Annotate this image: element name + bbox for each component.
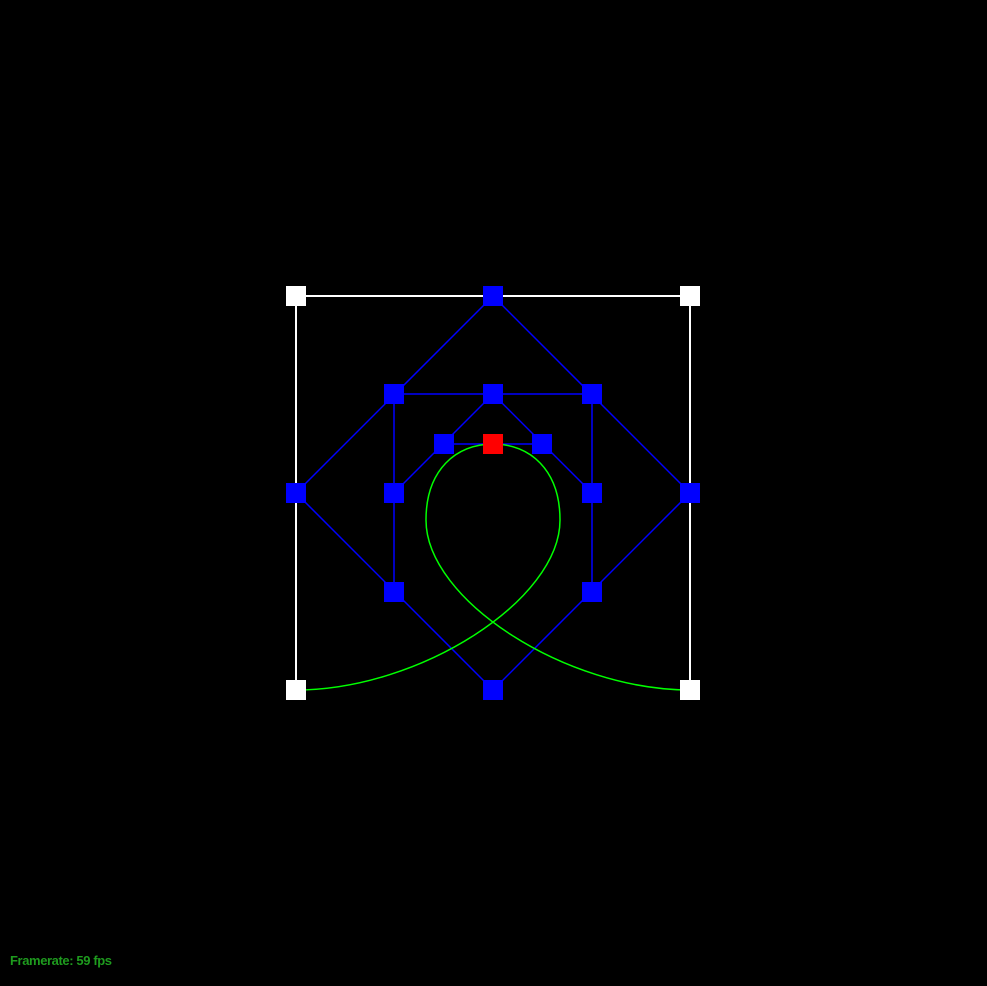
- framerate-label: Framerate:: [10, 953, 74, 968]
- framerate-display: Framerate: 59 fps: [10, 953, 112, 968]
- construction-point: [582, 582, 602, 602]
- construction-point: [434, 434, 454, 454]
- construction-point: [680, 483, 700, 503]
- construction-point: [483, 286, 503, 306]
- construction-point: [483, 384, 503, 404]
- construction-point: [384, 582, 404, 602]
- framerate-unit: fps: [93, 953, 112, 968]
- control-polygon: [295, 295, 691, 690]
- construction-point: [582, 384, 602, 404]
- construction-point: [286, 483, 306, 503]
- bezier-demo-canvas-area[interactable]: Framerate: 59 fps: [0, 0, 987, 986]
- curve-point-marker: [483, 434, 503, 454]
- control-point-handle[interactable]: [680, 286, 700, 306]
- construction-point: [384, 384, 404, 404]
- framerate-value: 59: [76, 953, 91, 968]
- control-point-handle[interactable]: [286, 286, 306, 306]
- construction-point: [582, 483, 602, 503]
- bezier-canvas[interactable]: [0, 0, 987, 986]
- construction-lines: [295, 295, 691, 691]
- construction-point: [532, 434, 552, 454]
- control-points[interactable]: [286, 286, 700, 700]
- control-point-handle[interactable]: [680, 680, 700, 700]
- construction-point: [483, 680, 503, 700]
- construction-points: [286, 286, 700, 700]
- construction-point: [384, 483, 404, 503]
- bezier-curve: [295, 443, 691, 691]
- control-point-handle[interactable]: [286, 680, 306, 700]
